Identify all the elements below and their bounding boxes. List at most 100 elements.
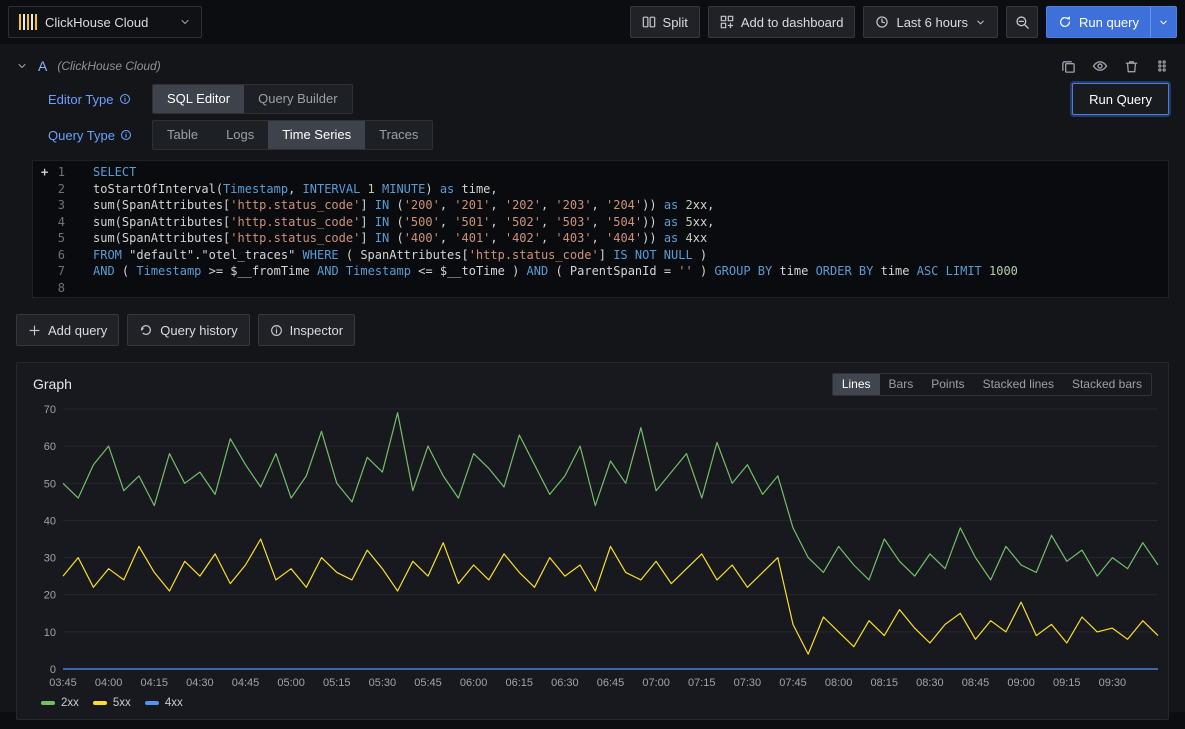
time-range-picker[interactable]: Last 6 hours (863, 6, 998, 38)
code-text: AND ( Timestamp >= $__fromTime AND Times… (79, 263, 1018, 280)
info-icon[interactable] (119, 93, 131, 105)
tab-table[interactable]: Table (153, 121, 212, 149)
line-number: 5 (33, 230, 79, 247)
legend-swatch (145, 701, 159, 705)
topbar-actions: Split Add to dashboard Last 6 hours (630, 6, 1177, 38)
editor-type-label-wrap: Editor Type (48, 92, 152, 107)
x-axis-label: 05:15 (323, 677, 351, 689)
run-query-caret[interactable] (1150, 7, 1176, 37)
info-icon (270, 324, 283, 337)
legend-item[interactable]: 4xx (145, 697, 183, 709)
sql-editor[interactable]: +1SELECT2toStartOfInterval(Timestamp, IN… (32, 160, 1169, 298)
code-text: toStartOfInterval(Timestamp, INTERVAL 1 … (79, 181, 498, 198)
legend-label: 4xx (165, 697, 183, 709)
split-icon (642, 15, 656, 29)
x-axis-label: 09:30 (1099, 677, 1127, 689)
mode-stacked-lines[interactable]: Stacked lines (974, 374, 1063, 395)
x-axis-label: 06:45 (597, 677, 625, 689)
code-line[interactable]: +1SELECT (33, 164, 1168, 181)
duplicate-query-icon[interactable] (1061, 58, 1076, 74)
query-row-header: A (ClickHouse Cloud) (16, 44, 1169, 78)
line-number: 6 (33, 247, 79, 264)
tab-logs[interactable]: Logs (212, 121, 268, 149)
zoom-out-button[interactable] (1006, 6, 1038, 38)
y-axis-label: 50 (44, 478, 56, 490)
run-query-label: Run query (1079, 15, 1139, 30)
plus-icon (28, 324, 41, 337)
chart-area: 01020304050607003:4504:0004:1504:3004:45… (33, 401, 1152, 693)
time-series-chart[interactable]: 01020304050607003:4504:0004:1504:3004:45… (33, 401, 1168, 693)
x-axis-label: 07:45 (779, 677, 807, 689)
series-line-2xx (63, 413, 1158, 580)
x-axis-label: 07:15 (688, 677, 716, 689)
x-axis-label: 09:00 (1007, 677, 1035, 689)
x-axis-label: 08:00 (825, 677, 853, 689)
code-text: sum(SpanAttributes['http.status_code'] I… (79, 230, 707, 247)
run-query-button[interactable]: Run query (1046, 6, 1177, 38)
line-number: 8 (33, 280, 79, 297)
legend-item[interactable]: 5xx (93, 697, 131, 709)
query-header-actions (1061, 58, 1169, 74)
x-axis-label: 06:30 (551, 677, 579, 689)
drag-handle-grip-icon[interactable] (1155, 58, 1169, 74)
y-axis-label: 30 (44, 553, 56, 565)
tab-time-series[interactable]: Time Series (268, 121, 365, 149)
code-line[interactable]: 8 (33, 280, 1168, 297)
add-query-button[interactable]: Add query (16, 314, 119, 346)
legend-label: 2xx (61, 697, 79, 709)
legend-swatch (93, 701, 107, 705)
x-axis-label: 05:00 (277, 677, 305, 689)
code-text (79, 280, 93, 297)
add-query-label: Add query (48, 323, 107, 338)
series-line-5xx (63, 539, 1158, 654)
y-axis-label: 10 (44, 627, 56, 639)
query-history-button[interactable]: Query history (127, 314, 249, 346)
add-to-dashboard-button[interactable]: Add to dashboard (708, 6, 856, 38)
run-query-panel-button[interactable]: Run Query (1072, 83, 1169, 115)
x-axis-label: 07:00 (642, 677, 670, 689)
code-line[interactable]: 7AND ( Timestamp >= $__fromTime AND Time… (33, 263, 1168, 280)
x-axis-label: 04:45 (232, 677, 260, 689)
x-axis-label: 08:45 (962, 677, 990, 689)
code-line[interactable]: 6FROM "default"."otel_traces" WHERE ( Sp… (33, 247, 1168, 264)
legend-item[interactable]: 2xx (41, 697, 79, 709)
x-axis-label: 04:15 (140, 677, 168, 689)
code-line[interactable]: 4sum(SpanAttributes['http.status_code'] … (33, 214, 1168, 231)
split-button[interactable]: Split (630, 6, 700, 38)
inspector-button[interactable]: Inspector (258, 314, 355, 346)
legend-label: 5xx (113, 697, 131, 709)
line-number: 4 (33, 214, 79, 231)
eye-icon[interactable] (1092, 58, 1108, 74)
trash-icon[interactable] (1124, 58, 1139, 74)
clock-icon (875, 15, 889, 29)
explore-content: A (ClickHouse Cloud) Editor Type S (0, 44, 1185, 712)
chevron-down-icon (179, 16, 191, 28)
editor-type-option-builder[interactable]: Query Builder (244, 85, 351, 113)
code-line[interactable]: 2toStartOfInterval(Timestamp, INTERVAL 1… (33, 181, 1168, 198)
mode-stacked-bars[interactable]: Stacked bars (1063, 374, 1151, 395)
line-number: 2 (33, 181, 79, 198)
x-axis-label: 05:45 (414, 677, 442, 689)
zoom-out-icon (1015, 15, 1030, 30)
query-type-row: Query Type Table Logs Time Series Traces (48, 120, 1169, 150)
code-text: FROM "default"."otel_traces" WHERE ( Spa… (79, 247, 707, 264)
tab-traces[interactable]: Traces (365, 121, 432, 149)
x-axis-label: 03:45 (49, 677, 77, 689)
x-axis-label: 04:00 (95, 677, 123, 689)
info-icon[interactable] (120, 129, 132, 141)
mode-lines[interactable]: Lines (833, 374, 880, 395)
datasource-picker[interactable]: ClickHouse Cloud (8, 6, 202, 38)
code-line[interactable]: 5sum(SpanAttributes['http.status_code'] … (33, 230, 1168, 247)
x-axis-label: 09:15 (1053, 677, 1081, 689)
mode-points[interactable]: Points (922, 374, 973, 395)
add-line-icon[interactable]: + (41, 164, 48, 181)
code-line[interactable]: 3sum(SpanAttributes['http.status_code'] … (33, 197, 1168, 214)
graph-header: Graph Lines Bars Points Stacked lines St… (33, 371, 1152, 397)
time-range-label: Last 6 hours (896, 15, 968, 30)
mode-bars[interactable]: Bars (880, 374, 923, 395)
code-text: sum(SpanAttributes['http.status_code'] I… (79, 197, 714, 214)
collapse-chevron-icon[interactable] (16, 60, 28, 72)
clickhouse-logo-icon (19, 14, 37, 30)
x-axis-label: 06:00 (460, 677, 488, 689)
editor-type-option-sql[interactable]: SQL Editor (153, 85, 244, 113)
